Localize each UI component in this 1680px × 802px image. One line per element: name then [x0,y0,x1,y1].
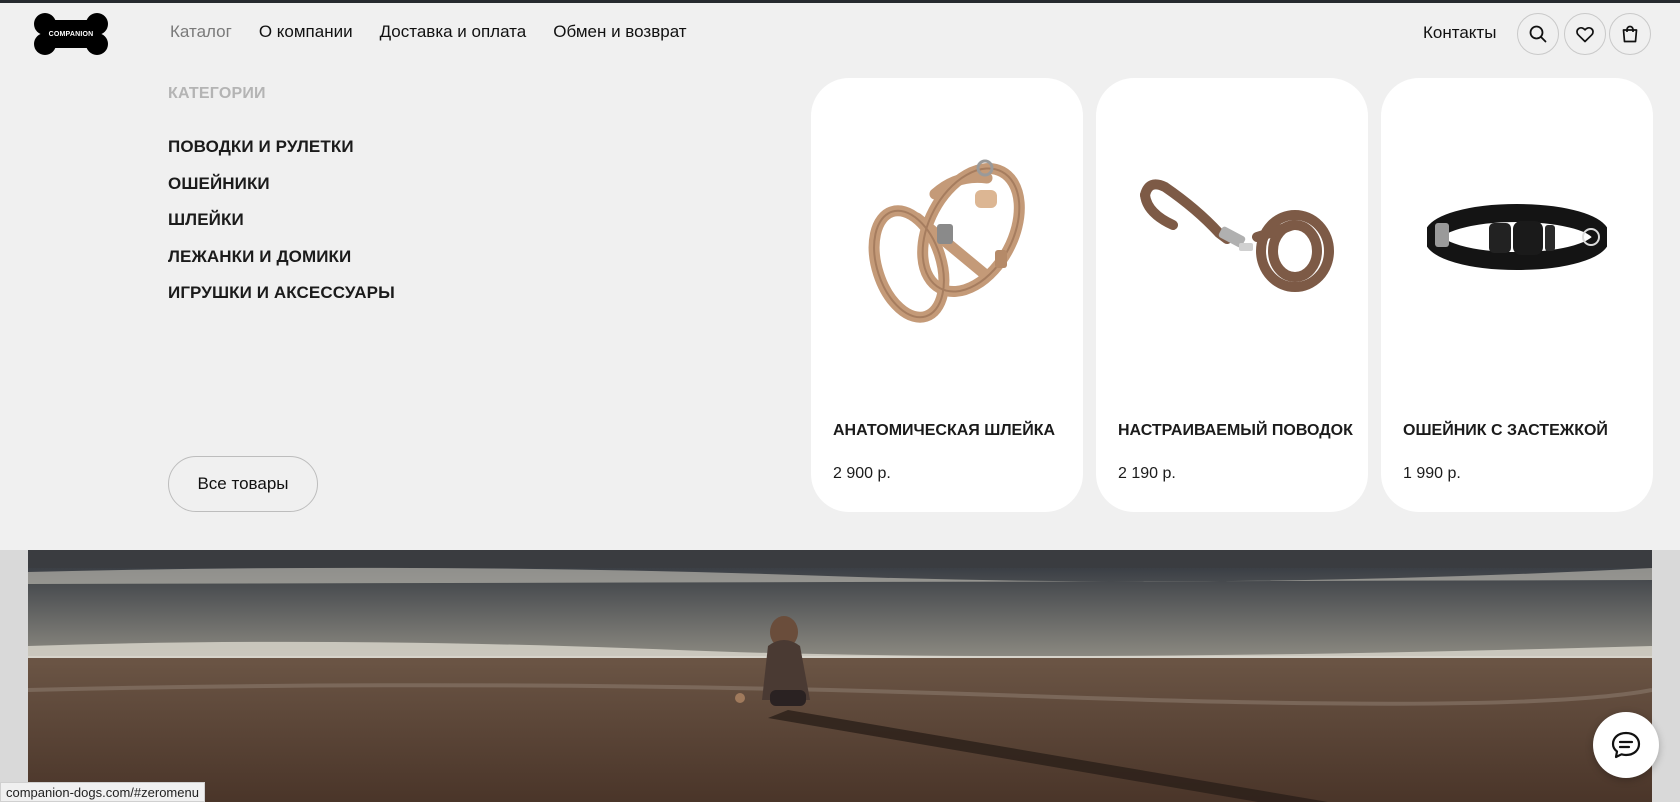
search-icon [1529,25,1547,43]
harness-image [811,118,1083,358]
collar-image [1381,118,1653,358]
leash-image [1096,118,1368,358]
favorites-button[interactable] [1564,13,1606,55]
category-item-harnesses[interactable]: ШЛЕЙКИ [168,210,395,247]
beach-photo [28,550,1652,802]
product-card-leash[interactable]: НАСТРАИВАЕМЫЙ ПОВОДОК 2 190 р. [1096,78,1368,512]
product-name[interactable]: ОШЕЙНИК С ЗАСТЕЖКОЙ [1403,422,1608,440]
product-name[interactable]: АНАТОМИЧЕСКАЯ ШЛЕЙКА [833,422,1055,440]
hero-banner [0,550,1680,802]
logo-text: COMPANION [48,30,94,38]
product-card-harness[interactable]: АНАТОМИЧЕСКАЯ ШЛЕЙКА 2 900 р. [811,78,1083,512]
categories-title: КАТЕГОРИИ [168,85,266,102]
category-item-collars[interactable]: ОШЕЙНИКИ [168,174,395,211]
cart-button[interactable] [1609,13,1651,55]
product-price: 1 990 р. [1403,465,1461,482]
category-item-toys[interactable]: ИГРУШКИ И АКСЕССУАРЫ [168,283,395,320]
nav-exchange[interactable]: Обмен и возврат [553,22,686,42]
cart-icon [1622,25,1638,43]
product-card-collar[interactable]: ОШЕЙНИК С ЗАСТЕЖКОЙ 1 990 р. [1381,78,1653,512]
product-price: 2 190 р. [1118,465,1176,482]
nav-catalog[interactable]: Каталог [170,22,232,42]
search-button[interactable] [1517,13,1559,55]
nav-contacts[interactable]: Контакты [1423,23,1496,43]
catalog-dropdown-menu: КАТЕГОРИИ ПОВОДКИ И РУЛЕТКИ ОШЕЙНИКИ ШЛЕ… [0,60,1680,550]
site-header: COMPANION Каталог О компании Доставка и … [0,3,1680,60]
category-item-leashes[interactable]: ПОВОДКИ И РУЛЕТКИ [168,137,395,174]
nav-delivery[interactable]: Доставка и оплата [380,22,527,42]
chat-widget-button[interactable] [1593,712,1659,778]
all-products-button[interactable]: Все товары [168,456,318,512]
companion-logo[interactable]: COMPANION [33,12,109,56]
nav-about[interactable]: О компании [259,22,353,42]
category-item-beds[interactable]: ЛЕЖАНКИ И ДОМИКИ [168,247,395,284]
browser-status-url: companion-dogs.com/#zeromenu [0,782,205,802]
main-nav: Каталог О компании Доставка и оплата Обм… [170,22,687,42]
categories-list: ПОВОДКИ И РУЛЕТКИ ОШЕЙНИКИ ШЛЕЙКИ ЛЕЖАНК… [168,137,395,320]
product-name[interactable]: НАСТРАИВАЕМЫЙ ПОВОДОК [1118,422,1353,440]
chat-icon [1611,731,1641,759]
product-price: 2 900 р. [833,465,891,482]
heart-icon [1576,26,1594,42]
